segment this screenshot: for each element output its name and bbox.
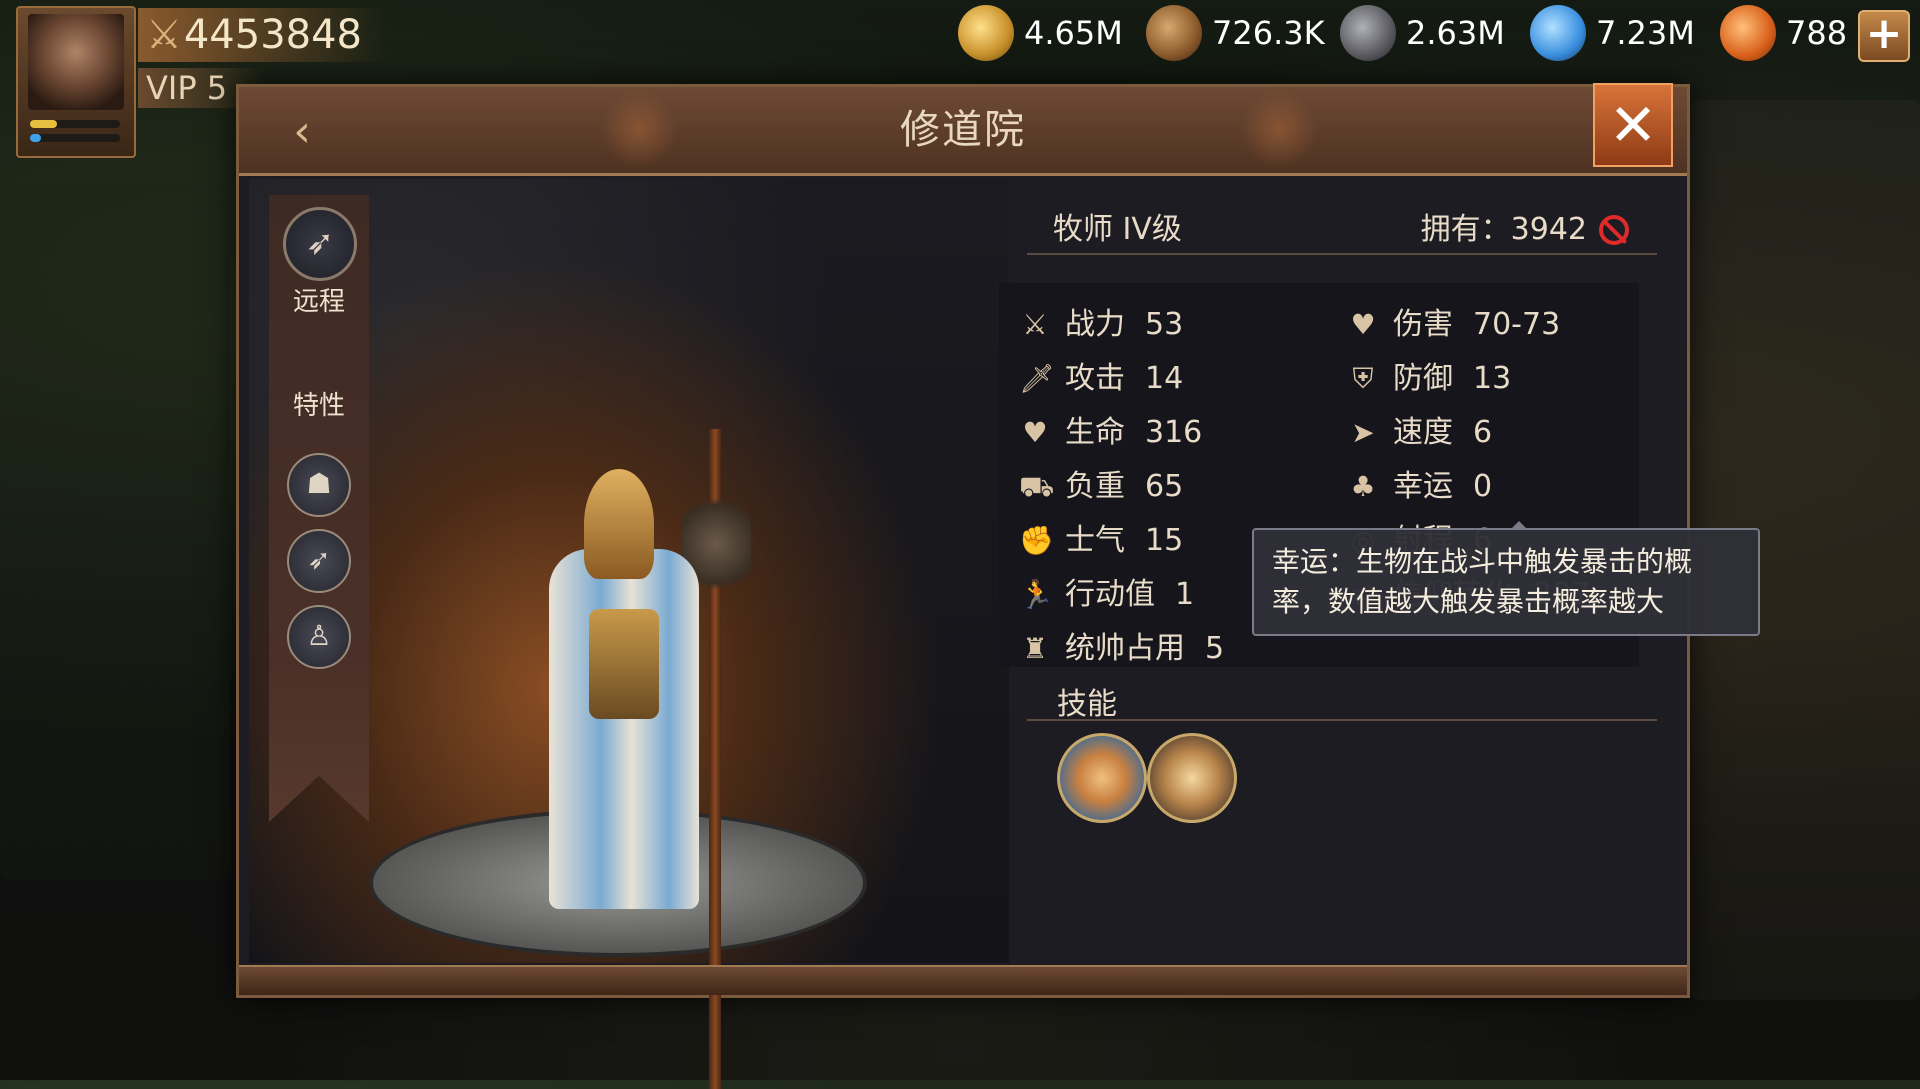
stat-row[interactable]: 🏃 行动值 1: [1019, 573, 1194, 617]
add-gems-button[interactable]: +: [1858, 10, 1910, 62]
resource-gold[interactable]: 4.65M: [958, 5, 1123, 61]
mitre-helm: [584, 469, 654, 579]
skills-divider: [1027, 719, 1657, 721]
stat-row[interactable]: ♥ 生命 316: [1019, 411, 1202, 455]
stat-value: 70-73: [1473, 307, 1561, 342]
panel-header: 修道院 ‹ ✕: [239, 83, 1687, 176]
resource-ore[interactable]: 2.63M: [1340, 5, 1505, 61]
priest-unit-model[interactable]: [529, 429, 751, 1089]
skills-label: 技能: [1057, 687, 1117, 722]
stat-label: 攻击: [1065, 361, 1125, 396]
cart-icon: ⛟: [1019, 470, 1055, 503]
stat-row[interactable]: ⛨ 防御 13: [1347, 357, 1511, 401]
resource-wood[interactable]: 726.3K: [1146, 5, 1325, 61]
stat-value: 15: [1145, 523, 1184, 558]
stat-row[interactable]: 🗡 攻击 14: [1019, 357, 1183, 401]
resource-gem-value: 788: [1786, 14, 1848, 52]
wood-logs-icon: [1146, 5, 1202, 61]
stat-label: 伤害: [1393, 307, 1453, 342]
stat-label: 幸运: [1393, 469, 1453, 504]
stat-value: 13: [1473, 361, 1512, 396]
resource-crystal[interactable]: 7.23M: [1530, 5, 1695, 61]
stat-label: 负重: [1065, 469, 1125, 504]
unit-owned-count: 拥有：3942: [1420, 212, 1587, 247]
crystal-icon: [1530, 5, 1586, 61]
stat-label: 生命: [1065, 415, 1125, 450]
belt: [589, 609, 659, 719]
resource-crystal-value: 7.23M: [1596, 14, 1695, 52]
chevron-left-icon: ‹: [293, 106, 311, 157]
stat-value: 316: [1145, 415, 1203, 450]
resource-wood-value: 726.3K: [1212, 14, 1325, 52]
stamina-bar: [30, 134, 120, 142]
trait-heal-button[interactable]: ☗: [287, 453, 351, 517]
stat-label: 行动值: [1065, 577, 1155, 612]
exp-bar: [30, 120, 120, 128]
stat-value: 65: [1145, 469, 1184, 504]
broken-heart-icon: ♥: [1350, 308, 1376, 341]
skill-heal-icon[interactable]: [1057, 733, 1147, 823]
stat-value: 14: [1145, 361, 1184, 396]
runner-icon: 🏃: [1019, 578, 1054, 611]
panel-footer: [239, 965, 1687, 995]
stat-row[interactable]: ⚔ 战力 53: [1019, 303, 1183, 347]
close-icon: ✕: [1608, 91, 1658, 159]
traits-label: 特性: [292, 391, 345, 421]
stat-label: 士气: [1065, 523, 1125, 558]
stat-value: 1: [1175, 577, 1195, 612]
resource-gold-value: 4.65M: [1024, 14, 1123, 52]
trait-ranged-button[interactable]: ➶: [287, 529, 351, 593]
stat-row[interactable]: ♣ 幸运 0: [1347, 465, 1492, 509]
skill-crossed-swords-icon[interactable]: [1147, 733, 1237, 823]
luck-tooltip: 幸运：生物在战斗中触发暴击的概率，数值越大触发暴击概率越大: [1252, 521, 1760, 636]
kneeling-figure-icon: ☗: [306, 467, 332, 500]
unit-name: 牧师 IV级: [1053, 212, 1182, 247]
trait-figure-button[interactable]: ♙: [287, 605, 351, 669]
clover-icon: ♣: [1350, 470, 1376, 503]
unit-header: 牧师 IV级 拥有：3942: [1027, 207, 1657, 255]
stat-row[interactable]: ♥ 伤害 70-73: [1347, 303, 1560, 347]
stat-value: 5: [1205, 631, 1225, 666]
shield-icon: ⛨: [1352, 362, 1374, 395]
stat-row[interactable]: ➤ 速度 6: [1347, 411, 1492, 455]
bow-icon: ➶: [305, 223, 335, 263]
boot-icon: ➤: [1351, 416, 1375, 449]
dismiss-unit-icon[interactable]: [1599, 215, 1629, 245]
unit-type-label: 远程: [292, 287, 345, 317]
unit-side-column: ➶ 远程 特性 ☗ ➶ ♙: [269, 195, 369, 822]
resource-gem[interactable]: 788: [1720, 5, 1848, 61]
stat-label: 速度: [1393, 415, 1453, 450]
robe: [549, 549, 699, 909]
stat-label: 统帅占用: [1065, 631, 1185, 666]
panel-title: 修道院: [900, 107, 1026, 153]
person-icon: ♙: [306, 619, 332, 652]
gold-coins-icon: [958, 5, 1014, 61]
stat-label: 防御: [1393, 361, 1453, 396]
resource-ore-value: 2.63M: [1406, 14, 1505, 52]
stat-label: 战力: [1065, 307, 1125, 342]
player-power-value: 4453848: [183, 12, 363, 58]
plus-icon: +: [1865, 8, 1903, 59]
ore-rock-icon: [1340, 5, 1396, 61]
back-button[interactable]: ‹: [277, 107, 327, 157]
ranged-type-button[interactable]: ➶: [283, 207, 357, 281]
bow-icon: ➶: [307, 543, 331, 576]
troops-icon: ♜: [1022, 632, 1048, 665]
heart-icon: ♥: [1022, 416, 1048, 449]
stat-value: 53: [1145, 307, 1184, 342]
stat-value: 0: [1473, 469, 1493, 504]
stat-value: 6: [1473, 415, 1493, 450]
close-button[interactable]: ✕: [1593, 83, 1673, 167]
fist-icon: ✊: [1019, 524, 1054, 557]
player-avatar[interactable]: [16, 6, 136, 158]
sword-icon: 🗡: [1019, 362, 1055, 395]
player-power: ⚔4453848: [138, 8, 386, 62]
stat-row[interactable]: ♜ 统帅占用 5: [1019, 627, 1224, 671]
stat-row[interactable]: ✊ 士气 15: [1019, 519, 1183, 563]
gem-coin-icon: [1720, 5, 1776, 61]
crossed-swords-icon: ⚔: [1022, 308, 1048, 341]
player-portrait: [28, 14, 124, 110]
stat-row[interactable]: ⛟ 负重 65: [1019, 465, 1183, 509]
crossed-swords-icon: ⚔: [146, 12, 182, 58]
